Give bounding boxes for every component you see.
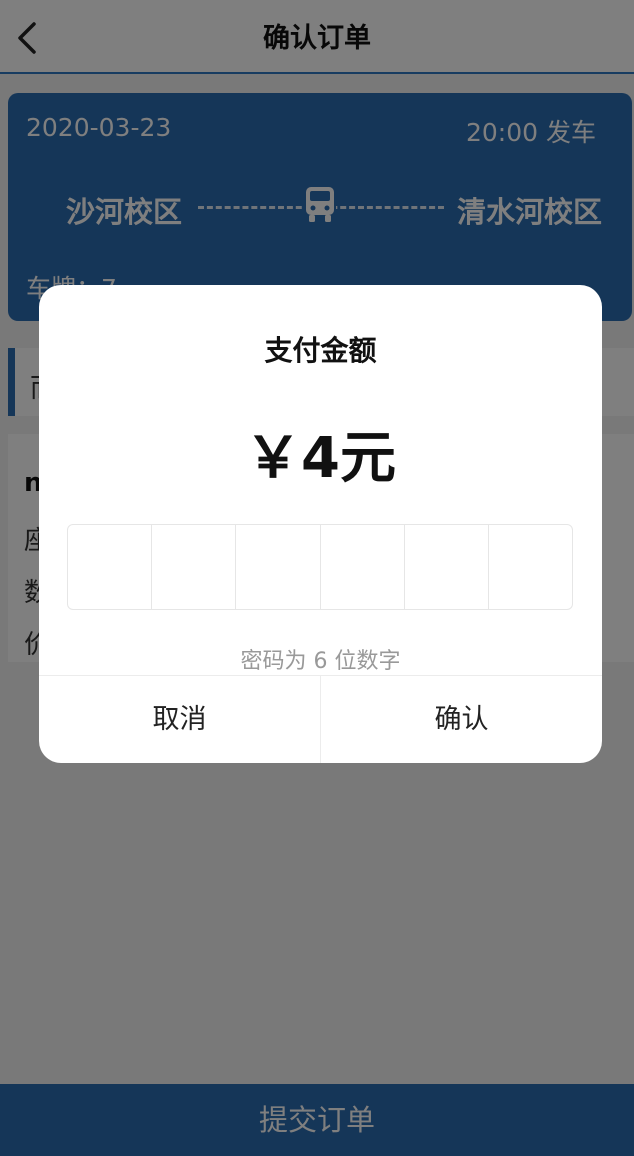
pin-digit-box[interactable] [152, 525, 237, 609]
pin-input[interactable] [67, 524, 573, 610]
pin-digit-box[interactable] [68, 525, 153, 609]
pin-hint: 密码为 6 位数字 [240, 649, 401, 674]
pin-digit-box[interactable] [405, 525, 489, 609]
dialog-title: 支付金额 [264, 334, 377, 367]
pin-digit-box[interactable] [321, 525, 405, 609]
payment-amount: ￥4元 [245, 426, 396, 491]
dialog-actions: 取消 确认 [39, 675, 602, 763]
pin-digit-box[interactable] [489, 525, 572, 609]
confirm-button[interactable]: 确认 [320, 676, 602, 763]
payment-dialog: 支付金额 ￥4元 密码为 6 位数字 取消 确认 [39, 285, 602, 763]
cancel-button[interactable]: 取消 [39, 676, 320, 763]
pin-digit-box[interactable] [236, 525, 321, 609]
